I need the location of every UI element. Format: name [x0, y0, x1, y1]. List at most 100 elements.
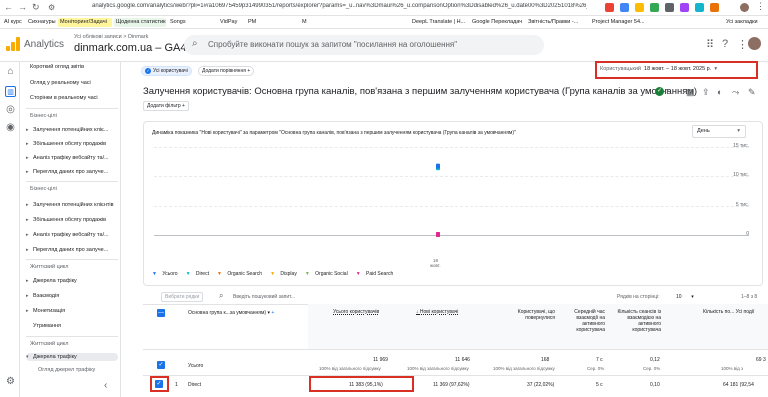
sidebar-item-acquisition-overview[interactable]: Огляд джерел трафіку [38, 367, 118, 373]
avatar[interactable] [748, 37, 761, 50]
legend-label: Organic Social [315, 271, 348, 277]
sidebar-section-title: Бізнес-цілі [30, 113, 57, 119]
sidebar-item-leads[interactable]: ▸ Залучення потенційних клієнтів [26, 202, 118, 208]
sidebar-item-reports-snapshot[interactable]: Короткий огляд звітів [30, 64, 118, 70]
row-label[interactable]: Direct [188, 382, 201, 388]
sidebar-item-acquisition-expanded[interactable]: ▾ Джерела трафіку [26, 353, 118, 361]
column-header-returning-users[interactable]: Користувачі, що повернулися [507, 309, 555, 321]
extension-icon[interactable] [650, 3, 659, 12]
more-vert-icon[interactable]: ⋮ [756, 1, 765, 12]
bookmark[interactable]: Project Manager 54... [590, 18, 654, 27]
table-search-input[interactable]: Введіть пошуковий запит... [233, 294, 295, 300]
property-selector[interactable]: dinmark.com.ua – GA4 ▾ [74, 42, 193, 54]
bookmark[interactable]: Сихнагуры [26, 18, 56, 27]
select-all-checkbox[interactable]: — [157, 309, 165, 317]
rows-per-page-select[interactable]: 10 ▾ [676, 294, 694, 300]
more-vert-icon[interactable]: ⋮ [737, 38, 748, 51]
x-tick-label: жовт. [430, 263, 441, 268]
extension-icon[interactable] [710, 3, 719, 12]
data-point-усього[interactable] [436, 163, 440, 169]
profile-avatar[interactable] [740, 3, 749, 12]
column-header-engagement-time[interactable]: Середній час взаємодії на активного кори… [565, 309, 605, 333]
total-row-label: Усього [188, 363, 204, 369]
help-icon[interactable]: ? [722, 38, 728, 50]
bookmark[interactable]: DeepL Translate | Н... [410, 18, 468, 27]
column-header-event-count[interactable]: Кількість по... Усі події [703, 309, 763, 315]
date-range-picker[interactable]: Користувацький 18 жовт. – 18 жовт. 2025 … [600, 66, 717, 72]
legend-item[interactable]: ▼ Direct [186, 271, 213, 277]
segment-chip[interactable]: ✓ Усі користувачі [141, 66, 192, 76]
legend-item[interactable]: ▼ Organic Search [217, 271, 266, 277]
bookmark[interactable]: VidPay [218, 18, 244, 27]
bookmark[interactable]: Звітність/Правки -... [526, 18, 588, 27]
chevron-down-icon[interactable]: ▾ [666, 87, 669, 94]
extension-icon[interactable] [635, 3, 644, 12]
home-icon[interactable]: ⌂ [5, 66, 16, 77]
sidebar-item-retention[interactable]: Утримання [26, 323, 118, 329]
add-filter-button[interactable]: Додати фільтр + [143, 101, 189, 111]
share-icon[interactable]: ⇪ [702, 87, 710, 98]
total-row-checkbox[interactable]: ✓ [157, 361, 165, 369]
back-icon[interactable]: ← [4, 2, 13, 12]
analytics-logo-icon [6, 37, 20, 51]
extension-icon[interactable] [620, 3, 629, 12]
apps-grid-icon[interactable]: ⠿ [706, 38, 714, 51]
edit-icon[interactable]: ✎ [748, 87, 756, 98]
sidebar-item-traffic[interactable]: ▸ Аналіз трафіку вебсайту та/... [26, 232, 118, 238]
sidebar-item-sales[interactable]: ▸ Збільшення обсягу продажів [26, 141, 118, 147]
sidebar-item-realtime-overview[interactable]: Огляд у реальному часі [30, 80, 118, 86]
column-header-engaged-sessions[interactable]: Кількість сеансів із взаємодією на актив… [615, 309, 661, 333]
customize-report-icon[interactable]: ▦ [686, 87, 695, 98]
select-rows-button[interactable]: Вибрати рядки [161, 292, 204, 302]
reports-icon[interactable]: ▥ [5, 86, 16, 97]
sidebar-item-traffic[interactable]: ▸ Аналіз трафіку вебсайту та/... [26, 155, 118, 161]
url-field[interactable]: analytics.google.com/analytics/web/?pli=… [92, 3, 587, 9]
bookmark[interactable]: Моніторинг/Задачі [58, 18, 112, 27]
legend-label: Display [280, 271, 297, 277]
row-checkbox[interactable]: ✓ [155, 380, 163, 388]
share-link-icon[interactable]: ⤳ [732, 87, 739, 98]
sidebar-item-sales[interactable]: ▸ Збільшення обсягу продажів [26, 217, 118, 223]
column-header-new-users[interactable]: ↓ Нові користувачі [416, 309, 458, 315]
sidebar-item-engagement[interactable]: ▸ Перегляд даних про залуче... [26, 247, 118, 253]
sidebar-item-engagement[interactable]: ▸ Взаємодія [26, 293, 118, 299]
dimension-header[interactable]: Основна група к...за умовчанням) ▾ + [188, 310, 274, 316]
forward-icon[interactable]: → [18, 2, 27, 12]
legend-item[interactable]: ▼ Organic Social [305, 271, 352, 277]
bookmark[interactable]: Google Перекладач [470, 18, 524, 27]
total-value: 0,12 [650, 357, 660, 363]
reload-icon[interactable]: ↻ [32, 2, 40, 13]
sidebar-item-engagement[interactable]: ▸ Перегляд даних про залуче... [26, 169, 118, 175]
column-header-total-users[interactable]: Усього користувачів [333, 309, 379, 315]
extension-icon[interactable] [605, 3, 614, 12]
sidebar-item-realtime-pages[interactable]: Сторінки в реальному часі [30, 95, 118, 101]
bookmark[interactable]: AI курс [2, 18, 24, 27]
extension-icon[interactable] [680, 3, 689, 12]
bookmark[interactable]: M [300, 18, 312, 27]
site-info-icon[interactable]: ⚙ [48, 3, 55, 12]
chevron-left-icon[interactable]: ‹ [104, 380, 107, 391]
explore-icon[interactable]: ◎ [5, 104, 16, 115]
data-point-paid-search[interactable] [436, 232, 440, 237]
extension-icon[interactable] [665, 3, 674, 12]
sidebar-item-acquisition[interactable]: ▸ Джерела трафіку [26, 278, 118, 284]
sidebar-item-leads[interactable]: ▸ Залучення потенційних кліє... [26, 127, 118, 133]
settings-icon[interactable]: ⚙ [5, 376, 16, 387]
search-bar[interactable]: ⌕ Спробуйте виконати пошук за запитом "п… [184, 35, 544, 55]
advertising-icon[interactable]: ◉ [5, 122, 16, 133]
chart-card: Динаміка показника "Нові користувачі" за… [143, 121, 763, 286]
bookmark[interactable]: Songs [168, 18, 190, 27]
extension-icon[interactable] [695, 3, 704, 12]
row-value: 11 369 (97,62%) [433, 382, 470, 388]
bookmark[interactable]: Щоденна статистика [114, 18, 166, 27]
legend-item[interactable]: ▼ Paid Search [356, 271, 398, 277]
bookmark[interactable]: PM [246, 18, 262, 27]
bookmark-all[interactable]: Усі закладки [724, 18, 766, 27]
sidebar-item-monetization[interactable]: ▸ Монетизація [26, 308, 118, 314]
legend-item[interactable]: ▼ Display [270, 271, 301, 277]
add-comparison-button[interactable]: Додати порівняння + [198, 66, 255, 76]
legend-marker-icon: ▼ [304, 271, 312, 277]
legend-item[interactable]: ▼ Усього [152, 271, 182, 277]
insights-icon[interactable]: ◐ [717, 87, 722, 97]
account-breadcrumb[interactable]: Усі облікові записи > Dinmark [74, 34, 148, 40]
